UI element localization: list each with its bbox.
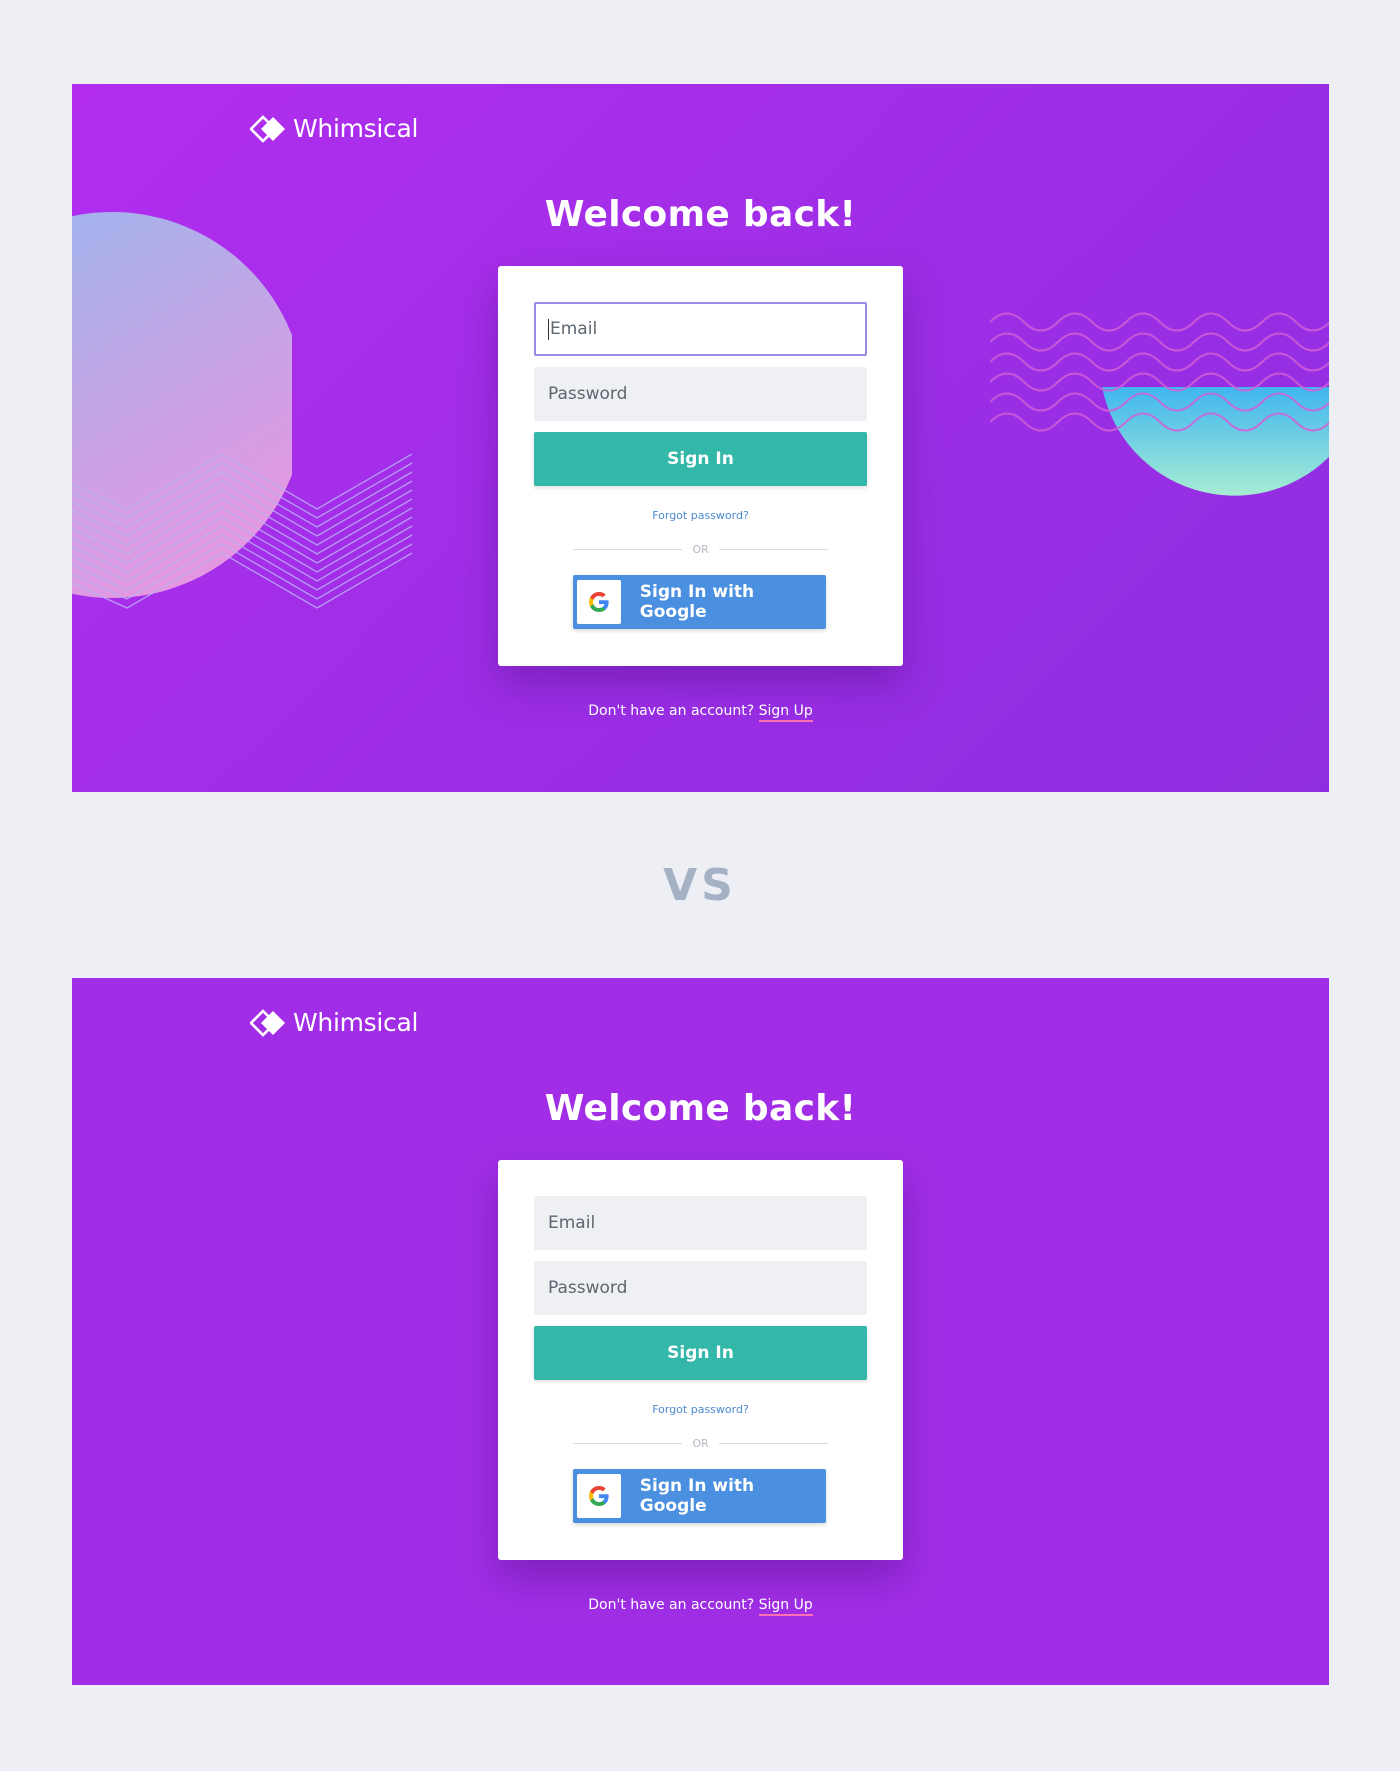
google-sign-in-button[interactable]: Sign In with Google (573, 575, 826, 629)
google-button-label: Sign In with Google (639, 582, 755, 622)
signup-prompt: Don't have an account? Sign Up (72, 1597, 1329, 1616)
text-caret (548, 318, 549, 340)
login-panel-decorated: Whimsical Welcome back! Email Password S… (72, 84, 1329, 792)
page-title: Welcome back! (544, 194, 857, 235)
sign-up-link[interactable]: Sign Up (758, 1597, 813, 1616)
comparison-label: VS (663, 860, 737, 911)
forgot-password-link[interactable]: Forgot password? (498, 509, 903, 522)
whimsical-diamond-logo-icon (250, 114, 285, 143)
divider-line (573, 549, 683, 550)
sign-in-button[interactable]: Sign In (534, 432, 867, 486)
logo-text: Whimsical (293, 114, 419, 143)
google-icon-box (577, 580, 621, 624)
page-title: Welcome back! (544, 1088, 857, 1129)
divider-line (573, 1443, 683, 1444)
decorative-zigzag-lines (72, 454, 413, 609)
forgot-password-link[interactable]: Forgot password? (498, 1403, 903, 1416)
whimsical-logo[interactable]: Whimsical (250, 114, 418, 143)
sign-in-button[interactable]: Sign In (534, 1326, 867, 1380)
google-g-icon (588, 592, 609, 612)
email-placeholder: Email (550, 319, 598, 339)
email-input[interactable]: Email (534, 302, 867, 356)
or-divider: OR (573, 1437, 828, 1450)
logo-text: Whimsical (293, 1008, 419, 1037)
or-label: OR (692, 543, 709, 556)
email-input[interactable]: Email (534, 1196, 867, 1250)
google-g-icon (588, 1486, 609, 1506)
or-divider: OR (573, 543, 828, 556)
password-input[interactable]: Password (534, 1261, 867, 1315)
or-label: OR (692, 1437, 709, 1450)
email-placeholder: Email (548, 1213, 596, 1233)
divider-line (718, 549, 828, 550)
google-icon-box (577, 1474, 621, 1518)
no-account-text: Don't have an account? (588, 703, 755, 719)
login-card: Email Password Sign In Forgot password? … (498, 1160, 903, 1560)
password-placeholder: Password (548, 1278, 628, 1298)
google-sign-in-button[interactable]: Sign In with Google (573, 1469, 826, 1523)
divider-line (718, 1443, 828, 1444)
google-button-label: Sign In with Google (639, 1476, 755, 1516)
signup-prompt: Don't have an account? Sign Up (72, 703, 1329, 722)
whimsical-diamond-logo-icon (250, 1008, 285, 1037)
decorative-wavy-lines (990, 312, 1329, 432)
password-placeholder: Password (548, 384, 628, 404)
sign-up-link[interactable]: Sign Up (758, 703, 813, 722)
login-card: Email Password Sign In Forgot password? … (498, 266, 903, 666)
no-account-text: Don't have an account? (588, 1597, 755, 1613)
password-input[interactable]: Password (534, 367, 867, 421)
whimsical-logo[interactable]: Whimsical (250, 1008, 418, 1037)
login-panel-plain: Whimsical Welcome back! Email Password S… (72, 978, 1329, 1685)
